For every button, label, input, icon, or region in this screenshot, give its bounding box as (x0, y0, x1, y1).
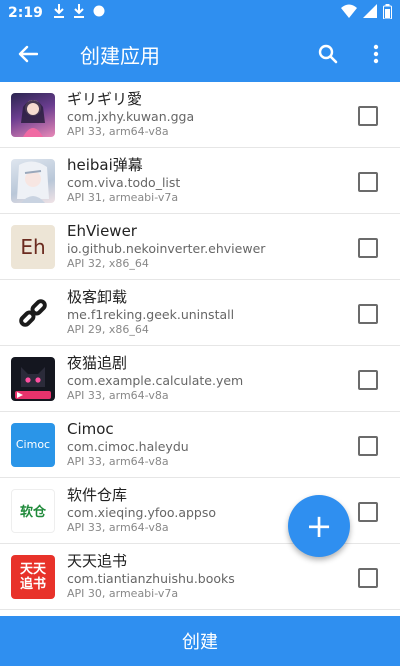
list-item[interactable]: Eh EhViewer io.github.nekoinverter.ehvie… (0, 214, 400, 280)
list-item[interactable]: 天天追书 天天追书 com.tiantianzhuishu.books API … (0, 544, 400, 610)
status-bar: 2:19 (0, 0, 400, 26)
eh-logo-text: Eh (20, 234, 46, 259)
app-name: 夜猫追剧 (67, 354, 128, 372)
list-item[interactable]: 极客卸载 me.f1reking.geek.uninstall API 29, … (0, 280, 400, 346)
anime-girl-icon (11, 158, 55, 203)
app-name: EhViewer (67, 222, 137, 240)
signal-icon (363, 4, 377, 22)
app-checkbox[interactable] (358, 568, 378, 588)
app-meta: API 32, x86_64 (67, 257, 149, 270)
app-package: com.tiantianzhuishu.books (67, 571, 235, 586)
app-name: 天天追书 (67, 552, 128, 570)
app-name: 极客卸载 (67, 288, 128, 306)
app-meta: API 29, x86_64 (67, 323, 149, 336)
app-package: com.jxhy.kuwan.gga (67, 109, 195, 124)
store-logo-text: 软仓 (19, 505, 46, 520)
cimoc-logo-text: Cimoc (15, 438, 51, 451)
cat-icon (11, 356, 55, 401)
wifi-icon (341, 4, 357, 22)
app-package: com.viva.todo_list (67, 175, 181, 190)
app-package: com.cimoc.haleydu (67, 439, 189, 454)
search-icon[interactable] (312, 38, 344, 70)
download-icon (53, 4, 65, 22)
list-item[interactable]: ギリギリ愛 com.jxhy.kuwan.gga API 33, arm64-v… (0, 82, 400, 148)
app-name: 软件仓库 (67, 486, 128, 504)
app-meta: API 33, arm64-v8a (67, 125, 169, 138)
app-checkbox[interactable] (358, 238, 378, 258)
list-item[interactable]: 夜猫追剧 com.example.calculate.yem API 33, a… (0, 346, 400, 412)
app-meta: API 33, arm64-v8a (67, 455, 169, 468)
eh-logo-icon: Eh (11, 224, 55, 269)
app-meta: API 30, armeabi-v7a (67, 587, 179, 600)
cimoc-logo-icon: Cimoc (11, 422, 55, 467)
app-name: heibai弹幕 (67, 156, 143, 174)
app-package: io.github.nekoinverter.ehviewer (67, 241, 266, 256)
app-meta: API 33, arm64-v8a (67, 389, 169, 402)
store-logo-icon: 软仓 (11, 488, 55, 533)
app-bar: 创建应用 (0, 26, 400, 82)
app-name: ギリギリ愛 (67, 90, 143, 108)
app-package: me.f1reking.geek.uninstall (67, 307, 235, 322)
page-title: 创建应用 (80, 43, 160, 68)
app-meta: API 31, armeabi-v7a (67, 191, 179, 204)
arrow-back-icon[interactable] (0, 26, 56, 82)
download-icon (73, 4, 85, 22)
book-logo-text: 天天追书 (19, 561, 46, 592)
app-checkbox[interactable] (358, 172, 378, 192)
create-button-label: 创建 (182, 632, 218, 653)
app-checkbox[interactable] (358, 436, 378, 456)
list-item[interactable]: Cimoc Cimoc com.cimoc.haleydu API 33, ar… (0, 412, 400, 478)
app-package: com.example.calculate.yem (67, 373, 244, 388)
app-checkbox[interactable] (358, 370, 378, 390)
list-item[interactable]: heibai弹幕 com.viva.todo_list API 31, arme… (0, 148, 400, 214)
app-name: Cimoc (67, 420, 114, 438)
book-logo-icon: 天天追书 (11, 554, 55, 599)
more-vert-icon[interactable] (364, 38, 388, 70)
anime-girl-icon (11, 92, 55, 137)
app-package: com.xieqing.yfoo.appso (67, 505, 217, 520)
app-checkbox[interactable] (358, 502, 378, 522)
circle-icon (93, 5, 105, 21)
app-checkbox[interactable] (358, 304, 378, 324)
add-button[interactable]: + (288, 495, 350, 557)
battery-icon (383, 3, 392, 23)
app-meta: API 33, arm64-v8a (67, 521, 169, 534)
status-time: 2:19 (8, 5, 43, 21)
create-button[interactable]: 创建 (0, 616, 400, 666)
plus-icon: + (305, 507, 333, 545)
link-icon (11, 290, 55, 335)
app-checkbox[interactable] (358, 106, 378, 126)
